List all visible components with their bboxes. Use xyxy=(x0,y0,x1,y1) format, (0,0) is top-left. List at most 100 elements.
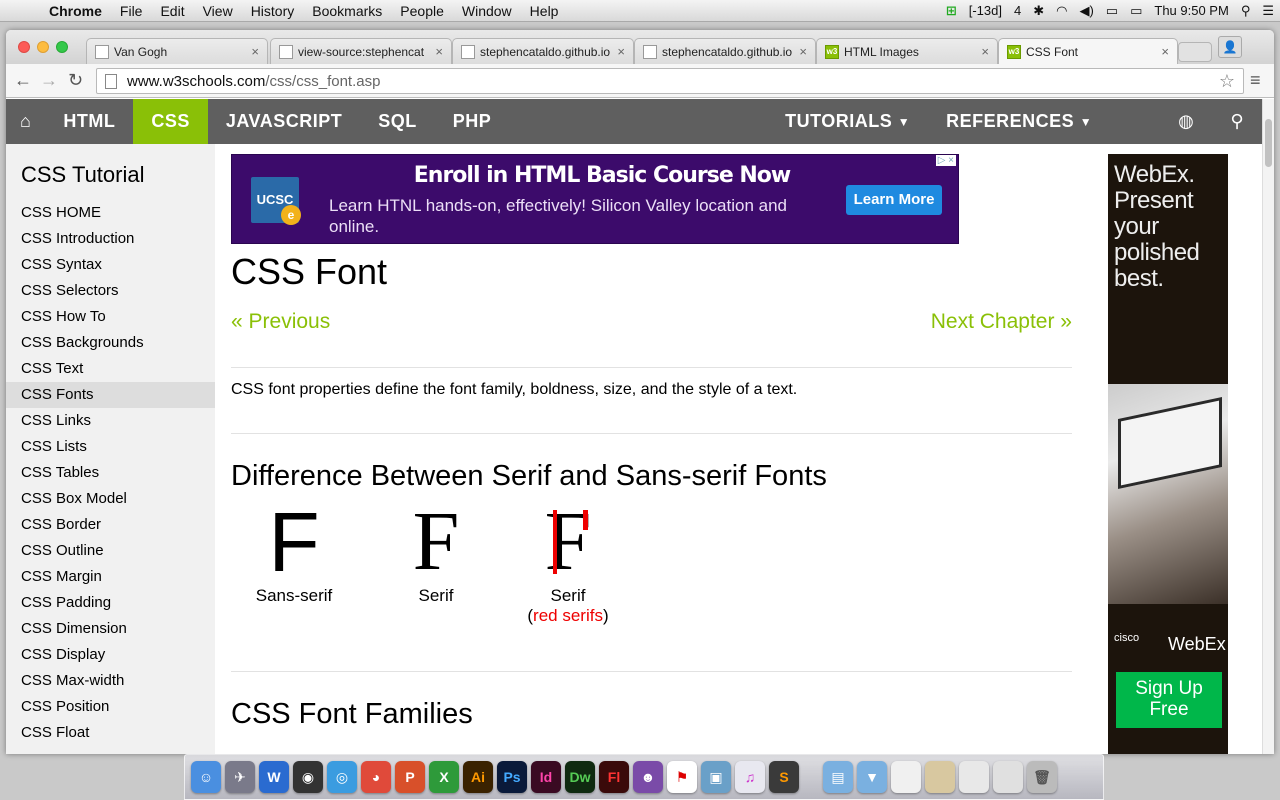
search-icon[interactable]: ⚲ xyxy=(1212,99,1262,144)
tab-view-source[interactable]: view-source:stephencat × xyxy=(270,38,452,64)
screenshot-thumbnail-icon[interactable] xyxy=(959,761,989,793)
indesign-icon[interactable]: Id xyxy=(531,761,561,793)
close-tab-icon[interactable]: × xyxy=(981,44,989,59)
close-tab-icon[interactable]: × xyxy=(617,44,625,59)
previous-link[interactable]: « Previous xyxy=(231,310,330,334)
notification-count[interactable]: 4 xyxy=(1008,3,1027,18)
nav-javascript[interactable]: JAVASCRIPT xyxy=(208,99,360,144)
spotlight-icon[interactable]: ⚲ xyxy=(1235,3,1257,19)
sign-up-free-button[interactable]: Sign Up Free xyxy=(1116,672,1222,728)
menu-window[interactable]: Window xyxy=(453,3,521,19)
sidebar-item-css-syntax[interactable]: CSS Syntax xyxy=(6,252,215,278)
nav-sql[interactable]: SQL xyxy=(360,99,435,144)
sidebar-item-css-padding[interactable]: CSS Padding xyxy=(6,590,215,616)
sidebar-item-css-selectors[interactable]: CSS Selectors xyxy=(6,278,215,304)
sidebar-item-css-home[interactable]: CSS HOME xyxy=(6,200,215,226)
chrome-menu-icon[interactable]: ≡ xyxy=(1250,70,1261,91)
window-thumbnail-icon[interactable] xyxy=(993,761,1023,793)
address-bar[interactable]: www.w3schools.com/css/css_font.asp ☆ xyxy=(96,68,1244,94)
page-scrollbar[interactable] xyxy=(1262,99,1274,754)
status-badge[interactable]: [-13d] xyxy=(963,3,1008,18)
illustrator-icon[interactable]: Ai xyxy=(463,761,493,793)
menu-file[interactable]: File xyxy=(111,3,152,19)
plus-status-icon[interactable]: ⊞ xyxy=(940,3,963,19)
nav-html[interactable]: HTML xyxy=(45,99,133,144)
sidebar-item-css-box-model[interactable]: CSS Box Model xyxy=(6,486,215,512)
back-icon[interactable]: ← xyxy=(14,70,32,91)
webex-skyscraper-ad[interactable]: WebEx. Present your polished best. cisco… xyxy=(1108,154,1228,754)
nav-php[interactable]: PHP xyxy=(435,99,510,144)
bookmark-star-icon[interactable]: ☆ xyxy=(1219,71,1235,92)
document-thumbnail-icon[interactable] xyxy=(891,761,921,793)
sidebar-item-css-fonts[interactable]: CSS Fonts xyxy=(6,382,215,408)
sidebar-item-css-tables[interactable]: CSS Tables xyxy=(6,460,215,486)
menu-view[interactable]: View xyxy=(194,3,242,19)
sidebar-item-css-introduction[interactable]: CSS Introduction xyxy=(6,226,215,252)
dreamweaver-icon[interactable]: Dw xyxy=(565,761,595,793)
menu-people[interactable]: People xyxy=(391,3,453,19)
scrollbar-thumb[interactable] xyxy=(1265,119,1272,167)
tab-github-2[interactable]: stephencataldo.github.io × xyxy=(634,38,816,64)
sidebar-item-css-dimension[interactable]: CSS Dimension xyxy=(6,616,215,642)
nav-tutorials[interactable]: TUTORIALS ▼ xyxy=(767,99,928,144)
ucsc-banner-ad[interactable]: UCSC e Enroll in HTML Basic Course Now Le… xyxy=(231,154,959,244)
sublime-icon[interactable]: S xyxy=(769,761,799,793)
sidebar-item-css-links[interactable]: CSS Links xyxy=(6,408,215,434)
menu-history[interactable]: History xyxy=(242,3,304,19)
sidebar-item-css-border[interactable]: CSS Border xyxy=(6,512,215,538)
notification-center-icon[interactable]: ☰ xyxy=(1256,3,1280,19)
globe-icon[interactable]: ◍ xyxy=(1160,99,1212,144)
nav-references[interactable]: REFERENCES ▼ xyxy=(928,99,1110,144)
tab-css-font[interactable]: w3 CSS Font × xyxy=(998,38,1178,64)
minimize-window-button[interactable] xyxy=(37,41,49,53)
sidebar-item-css-display[interactable]: CSS Display xyxy=(6,642,215,668)
reload-icon[interactable]: ↻ xyxy=(68,70,83,91)
tab-github-1[interactable]: stephencataldo.github.io × xyxy=(452,38,634,64)
flash-icon[interactable]: Fl xyxy=(599,761,629,793)
forward-icon[interactable]: → xyxy=(40,70,58,91)
home-icon[interactable]: ⌂ xyxy=(6,99,45,144)
nav-css[interactable]: CSS xyxy=(133,99,208,144)
menu-edit[interactable]: Edit xyxy=(151,3,193,19)
finder-icon[interactable]: ☺ xyxy=(191,761,221,793)
downloads-folder-icon[interactable]: ▼ xyxy=(857,761,887,793)
trash-icon[interactable]: 🗑 xyxy=(1027,761,1057,793)
menu-help[interactable]: Help xyxy=(521,3,568,19)
sidebar-item-css-max-width[interactable]: CSS Max-width xyxy=(6,668,215,694)
itunes-icon[interactable]: ♫ xyxy=(735,761,765,793)
chrome-icon[interactable]: ◕ xyxy=(361,761,391,793)
close-tab-icon[interactable]: × xyxy=(435,44,443,59)
sidebar-item-css-margin[interactable]: CSS Margin xyxy=(6,564,215,590)
sidebar-item-css-position[interactable]: CSS Position xyxy=(6,694,215,720)
sidebar-item-css-backgrounds[interactable]: CSS Backgrounds xyxy=(6,330,215,356)
wifi-icon[interactable]: ◠ xyxy=(1050,3,1073,19)
close-window-button[interactable] xyxy=(18,41,30,53)
bluetooth-icon[interactable]: ✱ xyxy=(1027,3,1050,19)
word-icon[interactable]: W xyxy=(259,761,289,793)
close-tab-icon[interactable]: × xyxy=(1161,44,1169,59)
github-icon[interactable]: ☻ xyxy=(633,761,663,793)
image-thumbnail-icon[interactable] xyxy=(925,761,955,793)
volume-icon[interactable]: ◀) xyxy=(1073,3,1099,19)
battery-icon[interactable]: ▭ xyxy=(1124,3,1148,19)
applications-folder-icon[interactable]: ▤ xyxy=(823,761,853,793)
page-info-icon[interactable] xyxy=(105,73,117,89)
close-tab-icon[interactable]: × xyxy=(251,44,259,59)
sidebar-item-css-float[interactable]: CSS Float xyxy=(6,720,215,746)
learn-more-button[interactable]: Learn More xyxy=(846,185,942,215)
menu-bookmarks[interactable]: Bookmarks xyxy=(303,3,391,19)
launchpad-icon[interactable]: ✈ xyxy=(225,761,255,793)
new-tab-button[interactable] xyxy=(1178,42,1212,62)
clock[interactable]: Thu 9:50 PM xyxy=(1148,3,1234,18)
zoom-window-button[interactable] xyxy=(56,41,68,53)
sidebar-item-css-text[interactable]: CSS Text xyxy=(6,356,215,382)
photoshop-icon[interactable]: Ps xyxy=(497,761,527,793)
preview-icon[interactable]: ▣ xyxy=(701,761,731,793)
next-chapter-link[interactable]: Next Chapter » xyxy=(931,310,1072,334)
dashboard-icon[interactable]: ◉ xyxy=(293,761,323,793)
excel-icon[interactable]: X xyxy=(429,761,459,793)
tab-html-images[interactable]: w3 HTML Images × xyxy=(816,38,998,64)
safari-icon[interactable]: ◎ xyxy=(327,761,357,793)
sidebar-item-css-outline[interactable]: CSS Outline xyxy=(6,538,215,564)
powerpoint-icon[interactable]: P xyxy=(395,761,425,793)
